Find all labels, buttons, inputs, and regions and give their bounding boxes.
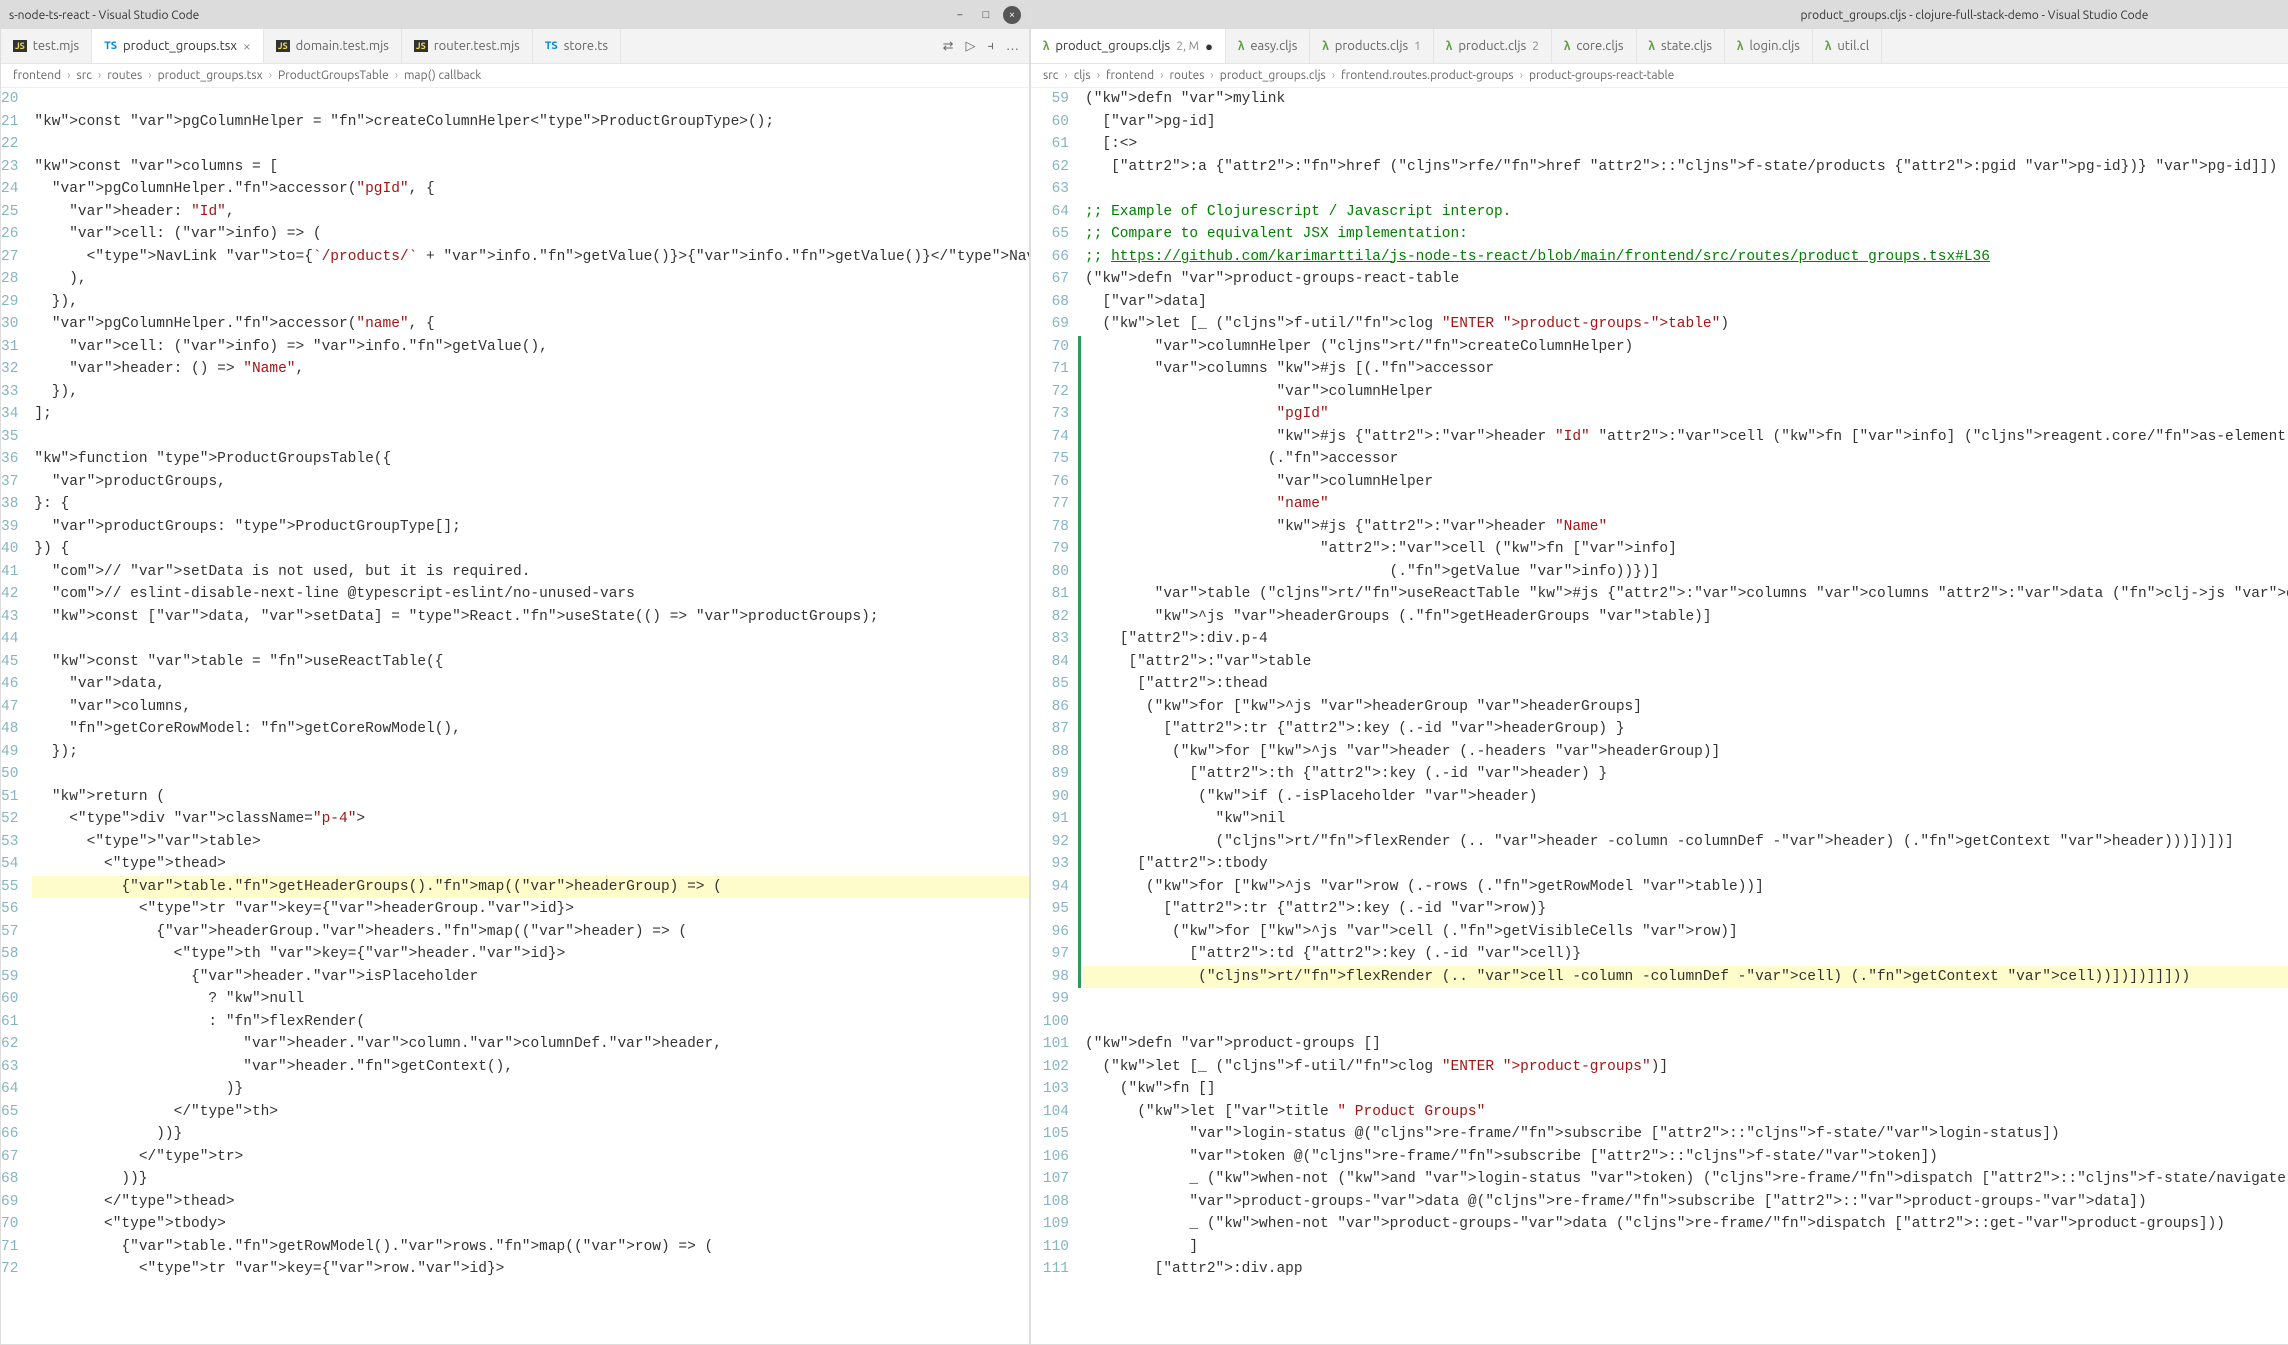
tab-util-cl[interactable]: λ util.cl [1813, 29, 1882, 63]
tab-core-cljs[interactable]: λ core.cljs [1552, 29, 1637, 63]
tab-label: product_groups.tsx [123, 39, 237, 53]
breadcrumb[interactable]: src › cljs › frontend › routes › product_groups.… [1031, 64, 2288, 88]
breadcrumb-segment[interactable]: routes [107, 69, 142, 82]
tab-label: products.cljs [1335, 39, 1408, 53]
tab-products-cljs[interactable]: λ products.cljs 1 [1310, 29, 1434, 63]
tab-badge: 2, M [1176, 40, 1199, 53]
breadcrumb-segment[interactable]: routes [1169, 69, 1204, 82]
modified-dot-icon: ● [1205, 39, 1213, 54]
chevron-right-icon: › [1332, 69, 1335, 82]
clj-icon: λ [1564, 40, 1570, 53]
chevron-right-icon: › [98, 69, 101, 82]
chevron-right-icon: › [395, 69, 398, 82]
breadcrumb-segment[interactable]: ProductGroupsTable [278, 69, 389, 82]
window-controls: − □ × [951, 6, 1021, 24]
breadcrumb-segment[interactable]: frontend.routes.product-groups [1341, 69, 1513, 82]
chevron-right-icon: › [67, 69, 70, 82]
chevron-right-icon: › [1097, 69, 1100, 82]
chevron-right-icon: › [148, 69, 151, 82]
tab-product_groups-cljs[interactable]: λ product_groups.cljs 2, M ● [1031, 29, 1226, 63]
line-gutter: 2021222324252627282930313233343536373839… [1, 88, 32, 1344]
tab-label: product_groups.cljs [1055, 39, 1170, 53]
code-editor[interactable]: 2021222324252627282930313233343536373839… [1, 88, 1029, 1344]
breadcrumb-segment[interactable]: product-groups-react-table [1529, 69, 1674, 82]
clj-icon: λ [1322, 40, 1328, 53]
tab-label: domain.test.mjs [296, 39, 389, 53]
git-change-indicator [1078, 336, 1081, 989]
maximize-button[interactable]: □ [977, 6, 995, 24]
tab-test-mjs[interactable]: JS test.mjs [1, 29, 92, 63]
tab-label: easy.cljs [1250, 39, 1297, 53]
tab-product-cljs[interactable]: λ product.cljs 2 [1434, 29, 1552, 63]
breadcrumb-segment[interactable]: src [77, 69, 92, 82]
tab-label: login.cljs [1749, 39, 1799, 53]
right-vscode-window: product_groups.cljs - clojure-full-stack… [1030, 0, 2288, 1345]
close-button[interactable]: × [1003, 6, 1021, 24]
tab-product_groups-tsx[interactable]: TS product_groups.tsx × [92, 29, 264, 63]
tab-badge: 1 [1414, 40, 1421, 53]
left-vscode-window: s-node-ts-react - Visual Studio Code − □… [0, 0, 1030, 1345]
breadcrumb-segment[interactable]: frontend [1106, 69, 1154, 82]
js-icon: JS [276, 40, 290, 52]
code-content[interactable]: ("kw">defn "var">mylink ["var">pg-id] [:… [1083, 88, 2288, 1344]
window-title: s-node-ts-react - Visual Studio Code [9, 9, 951, 22]
tab-actions: ⇄ ▷ ⫞ … [933, 29, 1029, 63]
tab-router-test-mjs[interactable]: JS router.test.mjs [402, 29, 533, 63]
title-bar: s-node-ts-react - Visual Studio Code − □… [1, 1, 1029, 29]
breadcrumb[interactable]: frontend › src › routes › product_groups.tsx › P… [1, 64, 1029, 88]
clj-icon: λ [1043, 40, 1049, 53]
breadcrumb-segment[interactable]: cljs [1074, 69, 1091, 82]
compare-icon[interactable]: ⇄ [943, 39, 954, 54]
ts-icon: TS [104, 40, 117, 52]
breadcrumb-segment[interactable]: product_groups.cljs [1220, 69, 1326, 82]
run-icon[interactable]: ▷ [966, 39, 976, 54]
js-icon: JS [13, 40, 27, 52]
clj-icon: λ [1649, 40, 1655, 53]
js-icon: JS [414, 40, 428, 52]
tab-login-cljs[interactable]: λ login.cljs [1725, 29, 1813, 63]
clj-icon: λ [1825, 40, 1831, 53]
close-tab-icon[interactable]: × [243, 38, 251, 54]
window-title: product_groups.cljs - clojure-full-stack… [1801, 9, 2149, 22]
tab-label: core.cljs [1576, 39, 1623, 53]
clj-icon: λ [1446, 40, 1452, 53]
line-gutter: 5960616263646566676869707172737475767778… [1031, 88, 1083, 1344]
breadcrumb-segment[interactable]: frontend [13, 69, 61, 82]
code-editor[interactable]: 5960616263646566676869707172737475767778… [1031, 88, 2288, 1344]
tab-label: test.mjs [33, 39, 79, 53]
tab-easy-cljs[interactable]: λ easy.cljs [1226, 29, 1310, 63]
chevron-right-icon: › [1064, 69, 1067, 82]
clj-icon: λ [1238, 40, 1244, 53]
split-icon[interactable]: ⫞ [988, 39, 995, 54]
tab-badge: 2 [1532, 40, 1539, 53]
ts-icon: TS [545, 40, 558, 52]
editor-tabs: λproduct_groups.cljs 2, M ●λeasy.cljsλpr… [1031, 29, 2288, 64]
chevron-right-icon: › [1210, 69, 1213, 82]
tab-store-ts[interactable]: TS store.ts [533, 29, 621, 63]
more-icon[interactable]: … [1006, 39, 1019, 53]
tab-state-cljs[interactable]: λ state.cljs [1637, 29, 1726, 63]
tab-domain-test-mjs[interactable]: JS domain.test.mjs [264, 29, 402, 63]
tab-label: util.cl [1837, 39, 1869, 53]
minimize-button[interactable]: − [951, 6, 969, 24]
tab-label: store.ts [564, 39, 608, 53]
tab-label: router.test.mjs [434, 39, 520, 53]
tab-label: state.cljs [1661, 39, 1712, 53]
chevron-right-icon: › [1160, 69, 1163, 82]
chevron-right-icon: › [269, 69, 272, 82]
editor-tabs: JS test.mjs TS product_groups.tsx × JS domain… [1, 29, 1029, 64]
tab-label: product.cljs [1458, 39, 1526, 53]
chevron-right-icon: › [1520, 69, 1523, 82]
breadcrumb-segment[interactable]: product_groups.tsx [158, 69, 263, 82]
title-bar: product_groups.cljs - clojure-full-stack… [1031, 1, 2288, 29]
breadcrumb-segment[interactable]: map() callback [404, 69, 481, 82]
code-content[interactable]: "kw">const "var">pgColumnHelper = "fn">c… [32, 88, 1029, 1344]
clj-icon: λ [1737, 40, 1743, 53]
breadcrumb-segment[interactable]: src [1043, 69, 1058, 82]
